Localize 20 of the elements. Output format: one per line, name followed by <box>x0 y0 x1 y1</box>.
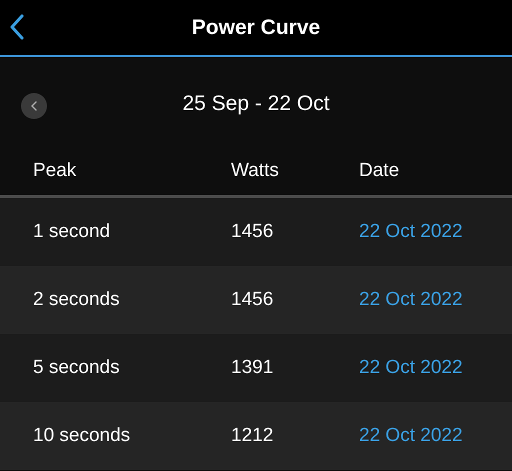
date-link[interactable]: 22 Oct 2022 <box>359 357 463 378</box>
page-title: Power Curve <box>192 16 320 40</box>
date-range: 25 Sep - 22 Oct <box>182 92 330 116</box>
date-link[interactable]: 22 Oct 2022 <box>359 425 463 446</box>
date-link[interactable]: 22 Oct 2022 <box>359 221 463 242</box>
previous-range-button[interactable] <box>21 93 47 119</box>
column-header: Watts <box>231 160 280 182</box>
column-header: Peak <box>33 160 78 182</box>
chevron-left-icon <box>10 14 24 40</box>
watts-value: 1456 <box>231 289 274 311</box>
chevron-left-icon <box>31 101 37 111</box>
peak-duration: 5 seconds <box>33 357 121 379</box>
watts-value: 1212 <box>231 425 274 447</box>
column-header: Date <box>359 160 400 182</box>
date-link[interactable]: 22 Oct 2022 <box>359 289 463 310</box>
peak-duration: 2 seconds <box>33 289 121 311</box>
peak-duration: 10 seconds <box>33 425 132 447</box>
watts-value: 1391 <box>231 357 274 379</box>
peak-duration: 1 second <box>33 221 112 243</box>
watts-value: 1456 <box>231 221 274 243</box>
